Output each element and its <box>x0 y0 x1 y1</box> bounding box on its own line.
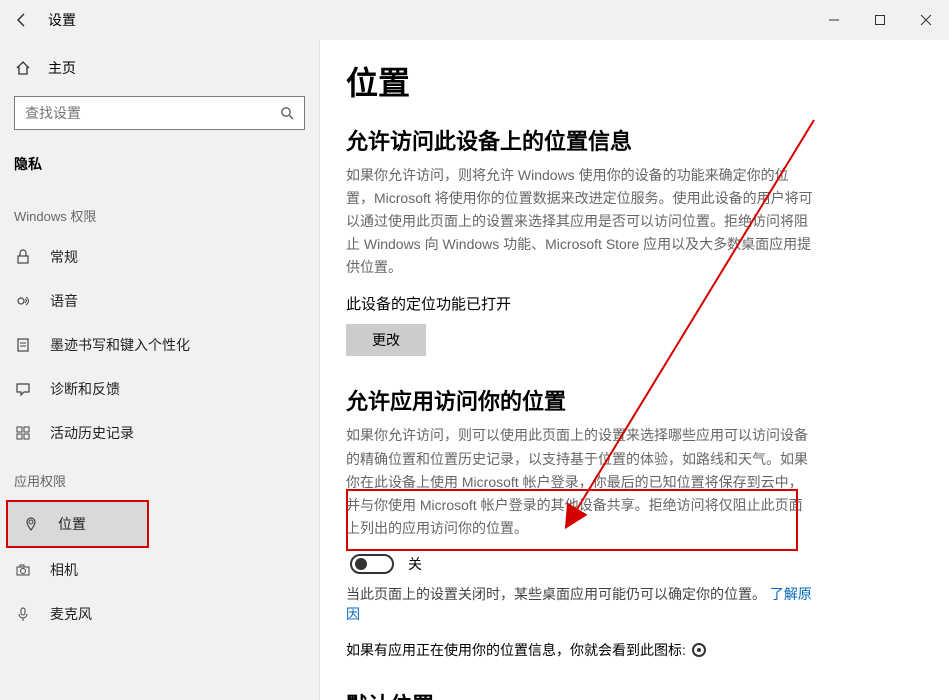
sidebar: 主页 隐私 Windows 权限 常规 语音 墨迹书写和键入个性化 诊断和反馈 <box>0 40 320 700</box>
clipboard-icon <box>14 337 32 353</box>
section1-heading: 允许访问此设备上的位置信息 <box>346 124 949 156</box>
lock-icon <box>14 249 32 265</box>
nav-general[interactable]: 常规 <box>0 235 319 279</box>
home-label: 主页 <box>48 58 76 78</box>
back-button[interactable] <box>0 0 44 40</box>
location-indicator-line: 如果有应用正在使用你的位置信息，你就会看到此图标: <box>346 640 949 660</box>
speech-icon <box>14 293 32 309</box>
nav-camera[interactable]: 相机 <box>0 548 319 592</box>
nav-diagnostics-label: 诊断和反馈 <box>50 379 120 399</box>
search-button[interactable] <box>270 106 304 120</box>
content-area: 位置 允许访问此设备上的位置信息 如果你允许访问，则将允许 Windows 使用… <box>320 40 949 700</box>
maximize-button[interactable] <box>857 0 903 40</box>
section1-description: 如果你允许访问，则将允许 Windows 使用你的设备的功能来确定你的位置，Mi… <box>346 164 816 279</box>
search-input[interactable] <box>15 105 270 121</box>
search-box[interactable] <box>14 96 305 130</box>
toggle-knob <box>355 558 367 570</box>
nav-general-label: 常规 <box>50 247 78 267</box>
app-title: 设置 <box>48 10 76 30</box>
close-icon <box>920 14 932 26</box>
location-device-status: 此设备的定位功能已打开 <box>346 293 949 314</box>
arrow-left-icon <box>14 12 30 28</box>
minimize-button[interactable] <box>811 0 857 40</box>
nav-speech-label: 语音 <box>50 291 78 311</box>
section2-description: 如果你允许访问，则可以使用此页面上的设置来选择哪些应用可以访问设备的精确位置和位… <box>346 424 816 539</box>
change-button[interactable]: 更改 <box>346 324 426 356</box>
feedback-icon <box>14 381 32 397</box>
window-controls <box>811 0 949 40</box>
section2-heading: 允许应用访问你的位置 <box>346 384 949 416</box>
nav-activity-label: 活动历史记录 <box>50 423 134 443</box>
section-windows-permissions: Windows 权限 <box>0 190 319 235</box>
titlebar: 设置 <box>0 0 949 40</box>
camera-icon <box>14 562 32 578</box>
close-button[interactable] <box>903 0 949 40</box>
nav-location[interactable]: 位置 <box>8 502 147 546</box>
nav-activity[interactable]: 活动历史记录 <box>0 411 319 455</box>
search-icon <box>280 106 294 120</box>
nav-speech[interactable]: 语音 <box>0 279 319 323</box>
nav-diagnostics[interactable]: 诊断和反馈 <box>0 367 319 411</box>
app-location-toggle[interactable] <box>350 554 394 574</box>
privacy-heading: 隐私 <box>0 154 319 190</box>
nav-inking[interactable]: 墨迹书写和键入个性化 <box>0 323 319 367</box>
indicator-text: 如果有应用正在使用你的位置信息，你就会看到此图标: <box>346 640 686 660</box>
toggle-state-label: 关 <box>408 554 422 574</box>
history-icon <box>14 425 32 441</box>
nav-camera-label: 相机 <box>50 560 78 580</box>
section3-heading: 默认位置 <box>346 688 949 700</box>
home-icon <box>14 60 32 76</box>
section2-footnote: 当此页面上的设置关闭时，某些桌面应用可能仍可以确定你的位置。 了解原因 <box>346 584 816 624</box>
microphone-icon <box>14 606 32 622</box>
section-app-permissions: 应用权限 <box>0 455 319 500</box>
maximize-icon <box>874 14 886 26</box>
location-indicator-icon <box>692 643 706 657</box>
nav-inking-label: 墨迹书写和键入个性化 <box>50 335 190 355</box>
nav-location-label: 位置 <box>58 514 86 534</box>
nav-microphone-label: 麦克风 <box>50 604 92 624</box>
nav-microphone[interactable]: 麦克风 <box>0 592 319 636</box>
footnote-text: 当此页面上的设置关闭时，某些桌面应用可能仍可以确定你的位置。 <box>346 586 766 602</box>
location-icon <box>22 516 40 532</box>
page-title: 位置 <box>346 58 949 104</box>
minimize-icon <box>828 14 840 26</box>
home-link[interactable]: 主页 <box>0 50 319 86</box>
